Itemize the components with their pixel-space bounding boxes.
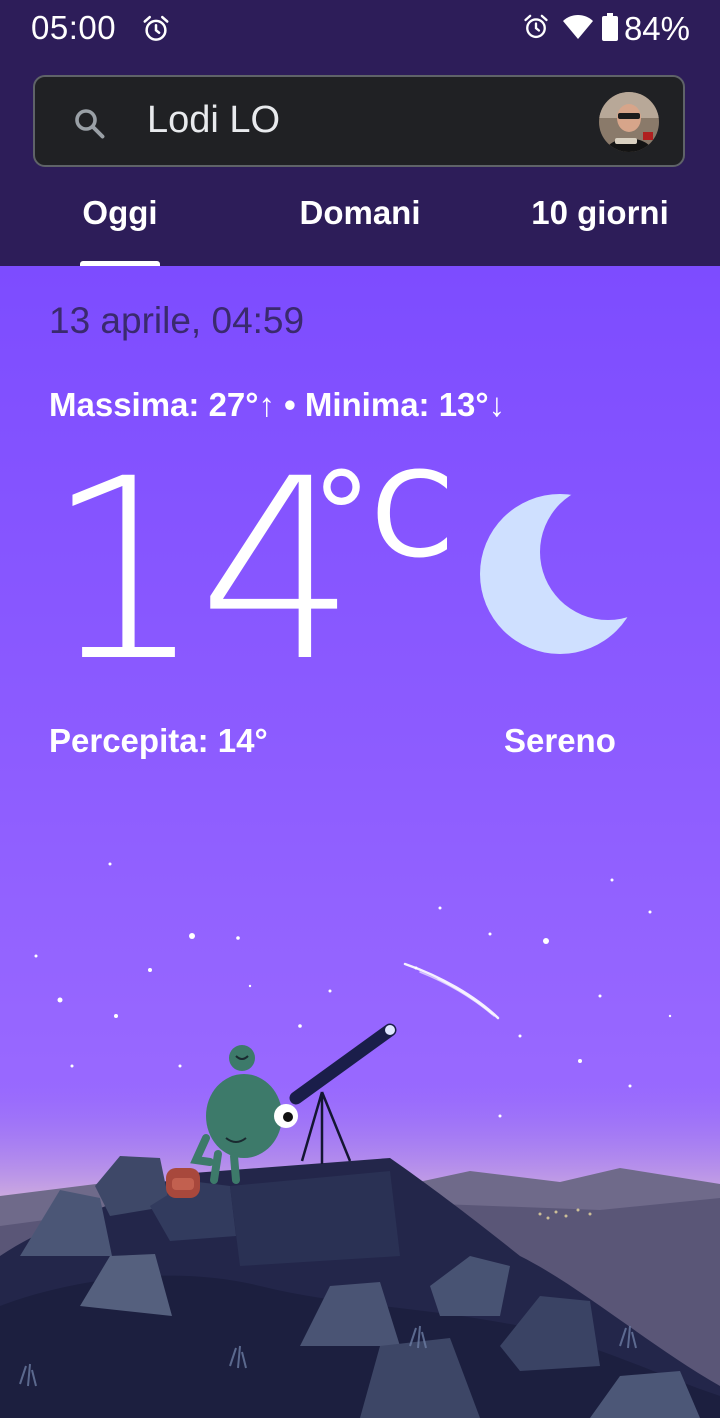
night-illustration: [0, 862, 720, 1418]
date-time: 13 aprile, 04:59: [49, 300, 305, 341]
shooting-star: [403, 962, 500, 1020]
app-header: 05:00 84% Lodi LO Oggi Domani 10 giorni: [0, 0, 720, 266]
tab-tomorrow[interactable]: Domani: [240, 194, 480, 232]
alarm-icon: [522, 13, 550, 45]
tab-10-days[interactable]: 10 giorni: [480, 194, 720, 232]
temperature-unit: °C: [312, 446, 454, 584]
stars: [34, 862, 672, 1118]
forecast-tabs: Oggi Domani 10 giorni: [0, 186, 720, 266]
wifi-icon: [562, 13, 594, 45]
search-input[interactable]: Lodi LO: [147, 99, 280, 142]
search-icon[interactable]: [71, 105, 107, 141]
current-temperature: 14: [45, 425, 357, 716]
status-bar: 05:00 84%: [0, 0, 720, 62]
avatar[interactable]: [599, 92, 659, 152]
alarm-icon: [141, 14, 171, 44]
location-search-bar[interactable]: Lodi LO: [33, 75, 685, 167]
feels-like-temperature: Percepita: 14°: [49, 722, 268, 759]
weather-app-screen: 05:00 84% Lodi LO Oggi Domani 10 giorni …: [0, 0, 720, 1418]
weather-condition: Sereno: [504, 722, 616, 759]
battery-icon: [601, 13, 618, 45]
battery-level: 84%: [623, 10, 690, 47]
status-icons: 84%: [522, 9, 690, 49]
tab-today[interactable]: Oggi: [0, 194, 240, 232]
min-max-temperature: Massima: 27°↑ • Minima: 13°↓: [49, 386, 506, 423]
status-time: 05:00: [31, 9, 117, 46]
moon-icon: [478, 490, 640, 660]
weather-panel: 13 aprile, 04:59 Massima: 27°↑ • Minima:…: [0, 266, 720, 1418]
backpack: [166, 1168, 200, 1198]
